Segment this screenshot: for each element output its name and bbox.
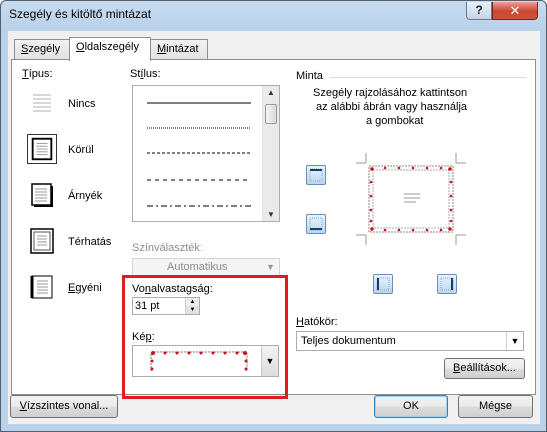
border-bottom-toggle-icon[interactable] [306,214,326,234]
type-box-label[interactable]: Körül [68,144,94,156]
close-button[interactable]: ✕ [492,2,538,20]
color-value: Automatikus [167,261,228,273]
type-3d-icon[interactable] [27,226,57,256]
width-value[interactable]: 31 pt [135,300,159,312]
scroll-thumb[interactable] [265,104,277,124]
window-title: Szegély és kitöltő mintázat [9,7,152,21]
chevron-down-icon[interactable]: ▼ [506,332,523,350]
apply-to-label: Hatókör: [296,316,338,328]
options-button[interactable]: Beállítások... [444,358,525,379]
border-preview-diagram[interactable] [352,149,470,249]
line-style-options[interactable] [133,86,263,221]
tab-page-border[interactable]: Oldalszegély [69,37,151,61]
apply-to-value[interactable]: Teljes dokumentum [301,335,396,347]
type-shadow-label[interactable]: Árnyék [68,190,102,202]
preview-hint-line-2: az alábbi ábrán vagy használja [316,101,468,113]
spin-down-icon[interactable]: ▼ [186,306,199,314]
cancel-button[interactable]: Mégse [458,395,533,418]
chevron-down-icon: ▼ [266,262,275,272]
preview-label: Minta [296,70,323,82]
spin-up-icon[interactable]: ▲ [186,298,199,306]
art-border-sample-icon [150,351,248,371]
type-none-icon[interactable] [27,88,57,118]
help-button[interactable]: ? [466,2,492,20]
type-shadow-icon[interactable] [27,180,57,210]
preview-divider [330,77,526,78]
border-left-toggle-icon[interactable] [373,274,393,294]
tab-shading[interactable]: Mintázat [150,39,208,61]
title-bar: Szegély és kitöltő mintázat ? ✕ [1,1,546,29]
width-spinner[interactable]: 31 pt ▲ ▼ [132,297,200,315]
type-label: Típus: [22,68,53,80]
type-none-label[interactable]: Nincs [68,98,96,110]
horizontal-line-button[interactable]: Vízszintes vonal... [10,395,118,418]
color-select: Automatikus ▼ [132,258,280,276]
style-scrollbar[interactable]: ▲ ▼ [262,86,279,221]
border-right-toggle-icon[interactable] [437,274,457,294]
width-label: Vonalvastagság: [132,283,213,295]
art-label: Kép: [132,331,155,343]
spinner-buttons[interactable]: ▲ ▼ [185,298,199,314]
line-style-list[interactable]: ▲ ▼ [132,85,280,222]
scroll-down-icon[interactable]: ▼ [267,210,275,219]
ok-button[interactable]: OK [374,395,448,418]
tab-borders[interactable]: Szegély [14,39,70,61]
chevron-down-icon[interactable]: ▼ [261,346,278,376]
border-top-toggle-icon[interactable] [306,165,326,185]
apply-to-select[interactable]: Teljes dokumentum ▼ [296,331,524,351]
preview-hint-line-3: a gombokat [366,115,424,127]
type-3d-label[interactable]: Térhatás [68,236,111,248]
type-box-icon[interactable] [27,134,57,164]
dialog-window: Szegély és kitöltő mintázat ? ✕ Szegély … [0,0,547,432]
scroll-up-icon[interactable]: ▲ [267,88,275,97]
type-custom-label[interactable]: Egyéni [68,282,102,294]
art-border-select[interactable]: ▼ [132,345,279,377]
style-label: Stílus: [130,68,161,80]
dialog-client-area: Szegély Oldalszegély Mintázat Típus: Nin… [8,31,540,424]
color-label: Színválasztékː [132,242,203,254]
preview-hint-line-1: Szegély rajzolásához kattintson [313,87,468,99]
type-custom-icon[interactable] [27,272,57,302]
